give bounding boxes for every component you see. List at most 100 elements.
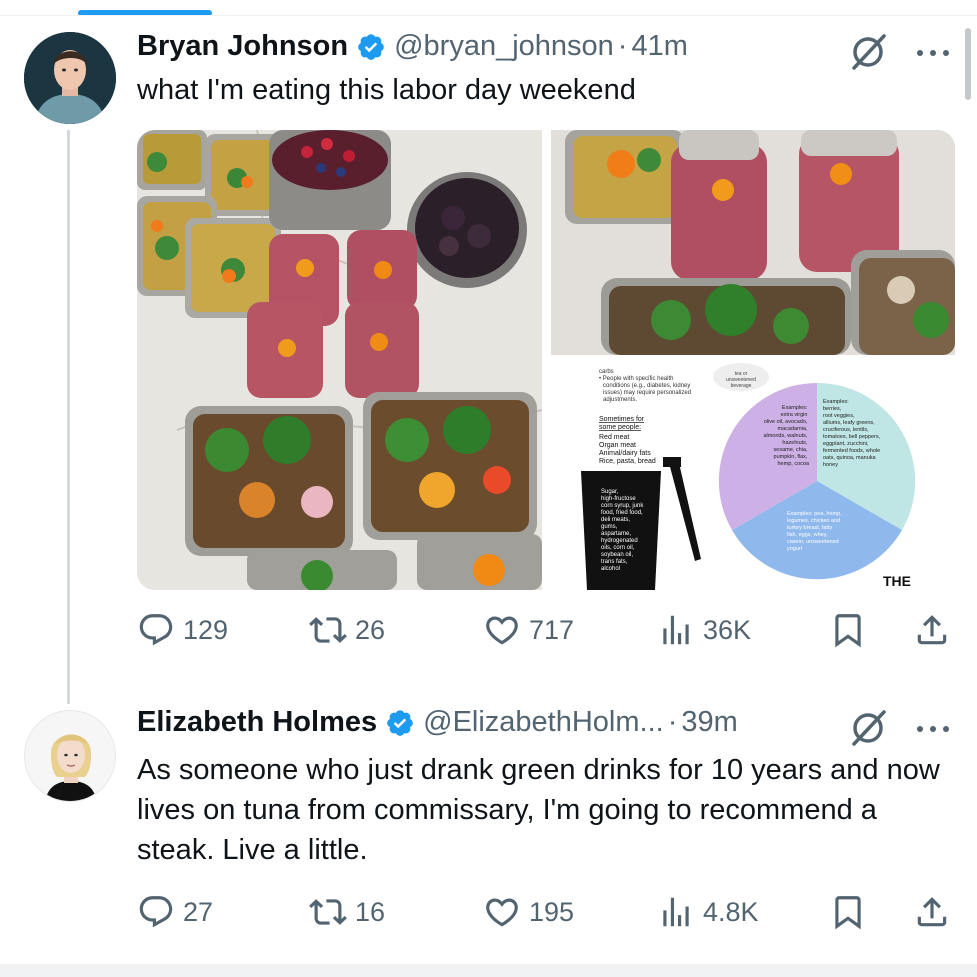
separator-dot: ·	[667, 706, 678, 738]
author-handle[interactable]: @ElizabethHolm...	[423, 706, 664, 739]
infographic-pie-protein-line: casein, unsweetened	[787, 539, 839, 545]
media-photo-food-spread[interactable]	[137, 130, 543, 590]
media-infographic[interactable]: carbs • People with specific health cond…	[551, 359, 955, 590]
avatar[interactable]	[24, 32, 116, 124]
retweet-button[interactable]: 26	[309, 610, 385, 650]
reply-icon	[139, 614, 173, 646]
share-button[interactable]	[913, 610, 951, 650]
author-handle[interactable]: @bryan_johnson	[394, 30, 614, 63]
infographic-pie-veg-line: honey	[823, 462, 838, 468]
author-name[interactable]: Bryan Johnson	[137, 30, 348, 63]
retweet-button[interactable]: 16	[309, 892, 385, 932]
infographic-pie-fats-line: Examples:	[782, 405, 808, 411]
tweet-text: As someone who just drank green drinks f…	[137, 754, 940, 866]
infographic-trash-line: hydrogenated	[601, 538, 638, 544]
like-button[interactable]: 195	[483, 892, 574, 932]
infographic-trash-line: food, fried food,	[601, 510, 643, 516]
infographic-pie-fats-line: hemp, cocoa	[778, 461, 810, 467]
media-photo-smoothies[interactable]	[551, 130, 955, 355]
grok-icon[interactable]	[848, 706, 890, 748]
verified-badge-icon	[356, 32, 386, 62]
author-name[interactable]: Elizabeth Holmes	[137, 706, 377, 739]
reply-button[interactable]: 129	[137, 610, 228, 650]
infographic-trash-line: aspartame,	[601, 531, 631, 537]
infographic-top-note-line: • People with specific health	[599, 376, 673, 382]
infographic-trash-line: oils, corn oil,	[601, 545, 635, 551]
like-button[interactable]: 717	[483, 610, 574, 650]
share-icon	[917, 615, 947, 645]
infographic-sometimes-line: Sometimes for	[599, 416, 645, 423]
divider	[0, 15, 977, 16]
infographic-trash-line: deli meats,	[601, 517, 630, 523]
share-button[interactable]	[913, 892, 951, 932]
infographic-pie-veg-line: alliums, leafy greens,	[823, 420, 875, 426]
retweet-count: 26	[355, 614, 386, 645]
verified-badge-icon	[385, 708, 415, 738]
views-count: 4.8K	[703, 896, 759, 927]
tweet[interactable]: Elizabeth Holmes @ElizabethHolm... · 39m…	[0, 704, 977, 954]
more-icon[interactable]	[914, 722, 952, 734]
infographic-pie-protein-line: turkey breast, fatty	[787, 525, 832, 531]
infographic-pie-protein-line: yogurt	[787, 546, 803, 552]
avatar[interactable]	[24, 710, 116, 802]
infographic-sometimes-line: Rice, pasta, bread	[599, 458, 656, 465]
grok-icon[interactable]	[848, 30, 890, 72]
infographic-sometimes-line: some people:	[599, 424, 641, 431]
tweet[interactable]: Bryan Johnson @bryan_johnson · 41m what …	[0, 28, 977, 668]
infographic-pie-fats-line: olive oil, avocado,	[764, 419, 808, 425]
bookmark-icon	[835, 614, 861, 648]
infographic-pie-protein-line: Examples: pea, hemp,	[787, 511, 842, 517]
infographic-sometimes-line: Red meat	[599, 434, 629, 441]
reply-count: 129	[183, 614, 229, 645]
bookmark-button[interactable]	[829, 610, 867, 650]
reply-button[interactable]: 27	[137, 892, 213, 932]
infographic-pie-veg-line: eggplant, zucchini,	[823, 441, 869, 447]
infographic-pie-fats-line: hazelnuts,	[782, 440, 808, 446]
like-icon	[486, 898, 518, 927]
like-icon	[486, 616, 518, 645]
retweet-icon	[309, 617, 347, 643]
retweet-icon	[309, 899, 347, 925]
views-button[interactable]: 4.8K	[657, 892, 759, 932]
tweet-text: what I'm eating this labor day weekend	[137, 74, 636, 106]
more-icon[interactable]	[914, 46, 952, 58]
like-count: 195	[529, 896, 575, 927]
infographic-trash-line: corn syrup, junk	[601, 503, 644, 509]
views-icon	[663, 615, 689, 645]
timestamp[interactable]: 41m	[631, 30, 687, 63]
views-button[interactable]: 36K	[657, 610, 751, 650]
bookmark-icon	[835, 896, 861, 930]
infographic-pie-veg-line: Examples:	[823, 399, 849, 405]
infographic-trash-line: trans fats,	[601, 559, 628, 565]
infographic-pie-veg-line: tomatoes, bell peppers,	[823, 434, 881, 440]
bookmark-button[interactable]	[829, 892, 867, 932]
views-icon	[663, 897, 689, 927]
tweet-actions: 129 26 717 36K	[137, 610, 952, 650]
infographic-top-note-line: adjustments.	[603, 397, 637, 403]
share-icon	[917, 897, 947, 927]
infographic-sometimes-line: Organ meat	[599, 442, 636, 449]
tweet-header: Elizabeth Holmes @ElizabethHolm... · 39m	[137, 706, 738, 739]
infographic-pie-veg-line: fermented foods, whole	[823, 448, 880, 454]
infographic-top-note-line: carbs	[599, 369, 614, 375]
infographic-pie-veg-line: cruciferous, lentils,	[823, 427, 869, 433]
infographic-pie-protein-line: legumes, chicken and	[787, 518, 840, 524]
infographic-pie-veg-line: oats, quinoa, manuka	[823, 455, 877, 461]
infographic-trash-line: Sugar,	[601, 489, 619, 495]
infographic-pie-veg-line: root veggies,	[823, 413, 855, 419]
reply-count: 27	[183, 896, 214, 927]
infographic-trash-line: alcohol	[601, 566, 620, 572]
infographic-trash-line: soybean oil,	[601, 552, 633, 558]
timestamp[interactable]: 39m	[681, 706, 737, 739]
infographic-pie-veg-line: berries,	[823, 406, 842, 412]
reply-icon	[139, 896, 173, 928]
infographic-bubble-line: beverage	[731, 383, 752, 389]
like-count: 717	[529, 614, 575, 645]
infographic-pie-protein-line: fish, eggs, whey,	[787, 532, 828, 538]
views-count: 36K	[703, 614, 752, 645]
infographic-sometimes-line: Animal/dairy fats	[599, 450, 651, 457]
separator-dot: ·	[617, 30, 628, 62]
infographic-pie-fats-line: almonds, walnuts,	[763, 433, 807, 439]
tweet-media-grid[interactable]: carbs • People with specific health cond…	[137, 130, 955, 590]
infographic-top-note-line: conditions (e.g., diabetes, kidney	[603, 383, 690, 389]
